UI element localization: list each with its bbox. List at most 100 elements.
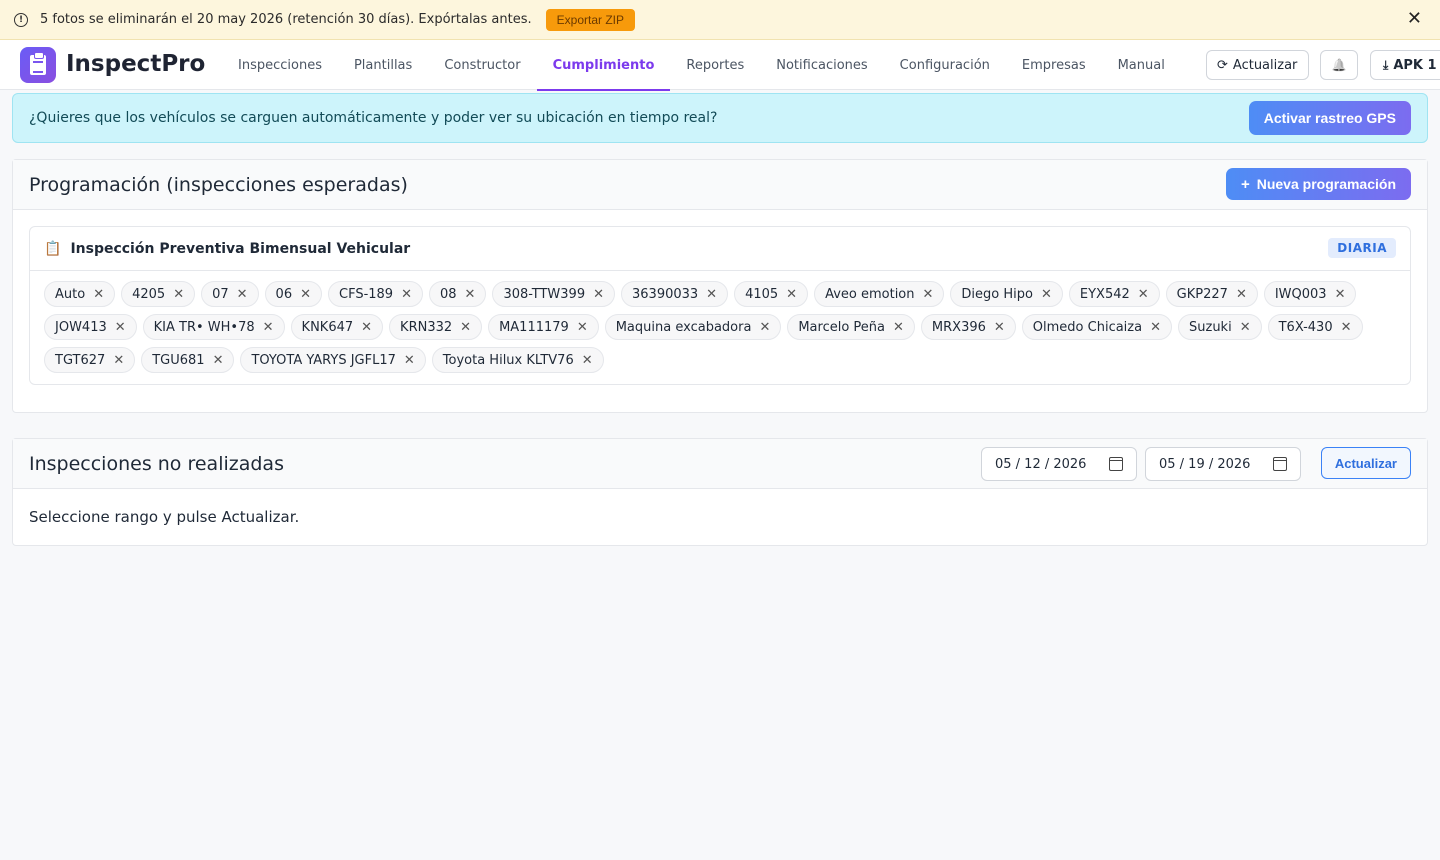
remove-chip-icon[interactable]: ✕ [1150, 320, 1161, 335]
refresh-icon: ⟳ [1217, 57, 1228, 73]
vehicle-chip: MA111179 ✕ [488, 314, 599, 340]
remove-chip-icon[interactable]: ✕ [465, 287, 476, 302]
remove-chip-icon[interactable]: ✕ [786, 287, 797, 302]
vehicle-chip-label: KNK647 [301, 319, 354, 335]
vehicle-chip: KIA TR• WH•78 ✕ [142, 314, 285, 340]
vehicle-chip: CFS-189 ✕ [328, 281, 423, 307]
vehicle-chip-label: TGU681 [152, 352, 205, 368]
vehicle-chip-label: MRX396 [931, 319, 986, 335]
vehicle-chip: Marcelo Peña ✕ [787, 314, 915, 340]
vehicle-chip: 36390033 ✕ [621, 281, 729, 307]
remove-chip-icon[interactable]: ✕ [404, 353, 415, 368]
remove-chip-icon[interactable]: ✕ [1341, 320, 1352, 335]
vehicle-chip-label: 4205 [132, 286, 166, 302]
remove-chip-icon[interactable]: ✕ [706, 287, 717, 302]
vehicle-chip: KRN332 ✕ [389, 314, 483, 340]
remove-chip-icon[interactable]: ✕ [1236, 287, 1247, 302]
remove-chip-icon[interactable]: ✕ [213, 353, 224, 368]
vehicle-chip: Suzuki ✕ [1178, 314, 1262, 340]
vehicle-chip-label: 07 [212, 286, 229, 302]
remove-chip-icon[interactable]: ✕ [300, 287, 311, 302]
vehicle-chip-label: TOYOTA YARYS JGFL17 [251, 352, 396, 368]
app-header: InspectPro Inspecciones Plantillas Constru… [0, 40, 1440, 91]
remove-chip-icon[interactable]: ✕ [361, 320, 372, 335]
retention-banner: ! 5 fotos se eliminarán el 20 may 2026 (… [0, 0, 1440, 40]
vehicle-chip-label: Toyota Hilux KLTV76 [442, 352, 574, 368]
remove-chip-icon[interactable]: ✕ [582, 353, 593, 368]
notifications-button[interactable]: 🔔 [1320, 50, 1358, 80]
clipboard-icon: 📋 [44, 240, 62, 257]
nav-item-plantillas[interactable]: Plantillas [338, 40, 428, 90]
remove-chip-icon[interactable]: ✕ [113, 353, 124, 368]
remove-chip-icon[interactable]: ✕ [263, 320, 274, 335]
vehicle-chip-label: Diego Hipo [961, 286, 1033, 302]
update-range-button[interactable]: Actualizar [1320, 447, 1411, 479]
vehicle-chip: 07 ✕ [201, 281, 259, 307]
frequency-badge: DIARIA [1328, 238, 1396, 258]
vehicle-chip-label: 36390033 [632, 286, 699, 302]
export-zip-button[interactable]: Exportar ZIP [545, 8, 635, 31]
vehicle-chip-label: Maquina excabadora [615, 319, 752, 335]
activate-gps-button[interactable]: Activar rastreo GPS [1248, 101, 1411, 135]
vehicle-chip-label: Auto [55, 286, 86, 302]
nav-item-configuraci-n[interactable]: Configuración [884, 40, 1006, 90]
vehicle-chip-label: IWQ003 [1274, 286, 1327, 302]
vehicle-chip: TGT627 ✕ [44, 347, 136, 373]
nav-item-reportes[interactable]: Reportes [670, 40, 760, 90]
remove-chip-icon[interactable]: ✕ [994, 320, 1005, 335]
vehicle-chip: Aveo emotion ✕ [814, 281, 945, 307]
refresh-button[interactable]: ⟳ Actualizar [1206, 50, 1309, 80]
nav-item-cumplimiento[interactable]: Cumplimiento [536, 40, 671, 91]
remove-chip-icon[interactable]: ✕ [1041, 287, 1052, 302]
clipboard-logo-icon[interactable] [20, 47, 56, 83]
nav-item-constructor[interactable]: Constructor [428, 40, 536, 90]
apk-download-button[interactable]: ⤓ APK 1 [1370, 50, 1440, 80]
remove-chip-icon[interactable]: ✕ [237, 287, 248, 302]
date-to-value: 05 / 19 / 2026 [1159, 456, 1251, 472]
vehicle-chip: TOYOTA YARYS JGFL17 ✕ [240, 347, 426, 373]
remove-chip-icon[interactable]: ✕ [1138, 287, 1149, 302]
schedule-card-title: Programación (inspecciones esperadas) [29, 173, 408, 196]
remove-chip-icon[interactable]: ✕ [759, 320, 770, 335]
date-to-input[interactable]: 05 / 19 / 2026 [1145, 447, 1301, 481]
remove-chip-icon[interactable]: ✕ [173, 287, 184, 302]
vehicle-chip: 08 ✕ [429, 281, 487, 307]
bell-icon: 🔔 [1331, 58, 1347, 72]
vehicle-chip-label: 308-TTW399 [503, 286, 586, 302]
remove-chip-icon[interactable]: ✕ [577, 320, 588, 335]
nav-item-empresas[interactable]: Empresas [1006, 40, 1102, 90]
nav-item-notificaciones[interactable]: Notificaciones [760, 40, 883, 90]
remove-chip-icon[interactable]: ✕ [401, 287, 412, 302]
brand-name[interactable]: InspectPro [66, 51, 205, 77]
vehicle-chip: Auto ✕ [44, 281, 116, 307]
retention-message: 5 fotos se eliminarán el 20 may 2026 (re… [40, 12, 532, 27]
nav-item-manual[interactable]: Manual [1102, 40, 1181, 90]
vehicle-chip: 4105 ✕ [734, 281, 809, 307]
remove-chip-icon[interactable]: ✕ [1335, 287, 1346, 302]
remove-chip-icon[interactable]: ✕ [460, 320, 471, 335]
vehicle-chip-label: CFS-189 [339, 286, 394, 302]
close-icon[interactable]: ✕ [1407, 10, 1422, 28]
refresh-label: Actualizar [1232, 57, 1298, 73]
vehicle-chip-label: 08 [440, 286, 457, 302]
nav-item-inspecciones[interactable]: Inspecciones [222, 40, 338, 90]
remove-chip-icon[interactable]: ✕ [93, 287, 104, 302]
remove-chip-icon[interactable]: ✕ [1240, 320, 1251, 335]
missed-inspections-card: Inspecciones no realizadas 05 / 12 / 202… [12, 438, 1428, 546]
remove-chip-icon[interactable]: ✕ [593, 287, 604, 302]
vehicle-chip: T6X-430 ✕ [1267, 314, 1363, 340]
new-schedule-label: Nueva programación [1256, 176, 1396, 192]
vehicle-chip: Olmedo Chicaiza ✕ [1021, 314, 1172, 340]
vehicle-chip-list: Auto ✕ 4205 ✕ 07 ✕ 06 ✕ CFS-189 ✕ 08 ✕ 308-TTW399 ✕ 36… [44, 281, 1404, 373]
new-schedule-button[interactable]: + Nueva programación [1225, 168, 1411, 200]
remove-chip-icon[interactable]: ✕ [893, 320, 904, 335]
calendar-icon[interactable] [1273, 457, 1287, 471]
vehicle-chip: GKP227 ✕ [1165, 281, 1258, 307]
vehicle-chip: Diego Hipo ✕ [950, 281, 1063, 307]
vehicle-chip-label: Marcelo Peña [798, 319, 886, 335]
apk-label: APK 1 [1393, 57, 1437, 73]
remove-chip-icon[interactable]: ✕ [115, 320, 126, 335]
remove-chip-icon[interactable]: ✕ [923, 287, 934, 302]
date-from-input[interactable]: 05 / 12 / 2026 [981, 447, 1137, 481]
calendar-icon[interactable] [1109, 457, 1123, 471]
